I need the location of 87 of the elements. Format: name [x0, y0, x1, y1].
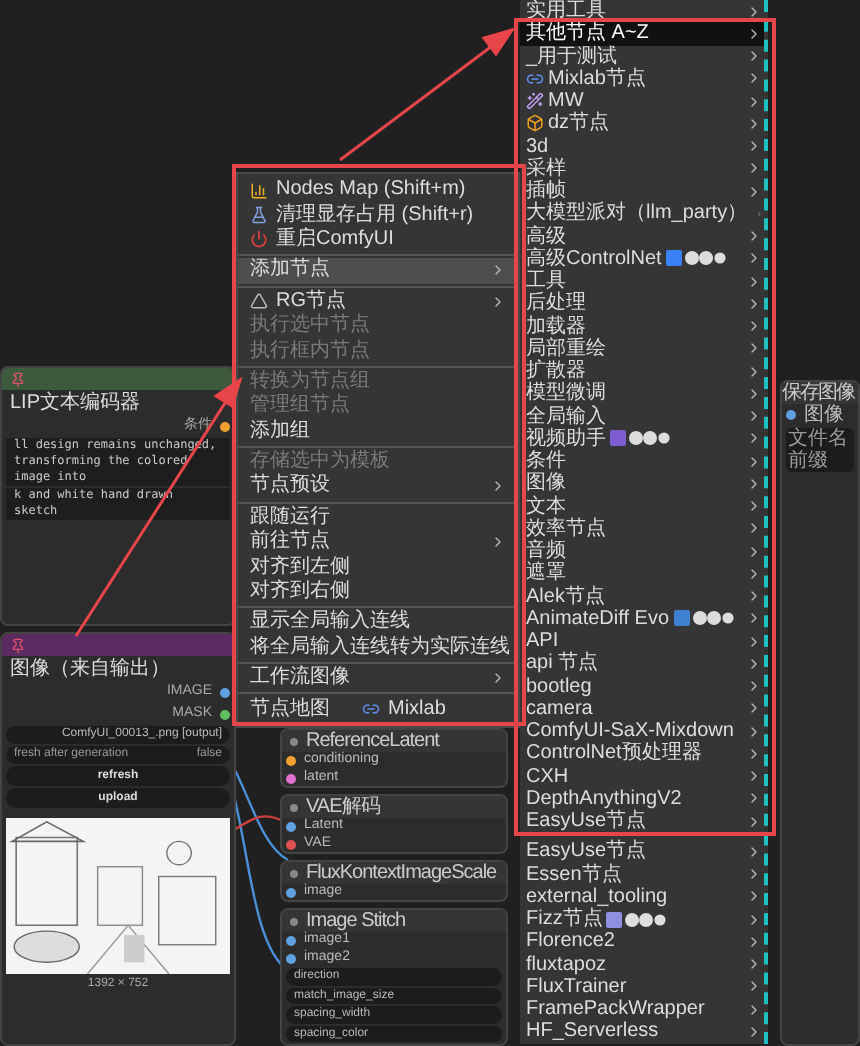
menu-item[interactable]: DepthAnythingV2	[520, 787, 764, 810]
menu-item[interactable]: Florence2	[520, 930, 764, 953]
menu-item[interactable]: 前往节点	[238, 530, 518, 555]
menu-item[interactable]: bootleg	[520, 675, 764, 698]
menu-item[interactable]: Fizz节点	[520, 908, 764, 931]
menu-item[interactable]: MW	[520, 90, 764, 113]
menu-item[interactable]: _用于测试	[520, 45, 764, 68]
menu-item[interactable]: Essen节点	[520, 863, 764, 886]
node-title: LIP文本编码器	[8, 390, 143, 416]
menu-item[interactable]: ComfyUI-SaX-Mixdown	[520, 720, 764, 743]
bar-chart-icon	[250, 181, 268, 200]
menu-item[interactable]: 重启ComfyUI	[238, 227, 518, 253]
menu-item[interactable]: EasyUse节点	[520, 840, 764, 863]
menu-item[interactable]: 工具	[520, 270, 764, 293]
menu-item[interactable]: Mixlab	[350, 696, 458, 722]
badge-icons	[673, 610, 734, 627]
menu-item[interactable]: 节点预设	[238, 474, 518, 500]
menu-item[interactable]: 对齐到左侧	[238, 554, 518, 580]
menu-item[interactable]: 文本	[520, 495, 764, 518]
menu-item[interactable]: fluxtapoz	[520, 953, 764, 976]
menu-item[interactable]: 3d	[520, 135, 764, 158]
menu-item[interactable]: 高级	[520, 225, 764, 248]
menu-item[interactable]: FluxTrainer	[520, 975, 764, 998]
menu-item[interactable]: 模型微调	[520, 382, 764, 405]
menu-item[interactable]: Mixlab节点	[520, 67, 764, 90]
menu-item[interactable]: RG节点	[238, 289, 518, 314]
menu-item[interactable]: ControlNet预处理器	[520, 742, 764, 765]
menu-item[interactable]: 全局输入	[520, 405, 764, 428]
menu-item[interactable]: 节点地图	[238, 696, 342, 722]
menu-item[interactable]: 清理显存占用 (Shift+r)	[238, 202, 518, 228]
menu-item[interactable]: 工作流图像	[238, 666, 518, 691]
menu-item[interactable]: 添加组	[238, 419, 518, 444]
menu-item[interactable]: HF_Serverless	[520, 1020, 764, 1043]
node-title: VAE解码	[306, 796, 380, 818]
menu-item[interactable]: 大模型派对（llm_party）	[520, 202, 764, 225]
triangle-icon	[250, 292, 268, 311]
menu-item[interactable]: 添加节点	[238, 258, 518, 284]
menu-item[interactable]: Nodes Map (Shift+m)	[238, 178, 518, 203]
node-header[interactable]: ReferenceLatent	[282, 730, 506, 752]
menu-item[interactable]: external_tooling	[520, 885, 764, 908]
box-icon	[526, 114, 544, 133]
wand-icon	[526, 92, 544, 111]
menu-item[interactable]: CXH	[520, 765, 764, 788]
menu-item[interactable]: 局部重绘	[520, 337, 764, 360]
menu-item[interactable]: 效率节点	[520, 517, 764, 540]
link-icon	[526, 69, 544, 88]
menu-item[interactable]: 对齐到右侧	[238, 579, 518, 605]
menu-item[interactable]: camera	[520, 697, 764, 720]
menu-item[interactable]: dz节点	[520, 112, 764, 135]
node-header[interactable]	[2, 634, 234, 656]
menu-item[interactable]: API	[520, 630, 764, 653]
text-field[interactable]: 文件名前缀	[786, 428, 854, 472]
menu-item[interactable]: 其他节点 A~Z	[520, 22, 764, 45]
menu-item[interactable]: 实用工具	[520, 0, 764, 23]
node-header[interactable]: Image Stitch	[282, 910, 506, 932]
power-icon	[250, 230, 268, 249]
badge-icons	[606, 911, 667, 928]
menu-item[interactable]: EasyUse节点	[520, 810, 764, 833]
menu-item[interactable]: 音频	[520, 540, 764, 563]
menu-item[interactable]: api 节点	[520, 652, 764, 675]
node-title: ReferenceLatent	[306, 730, 439, 752]
menu-item[interactable]: 将全局输入连线转为实际连线	[238, 635, 518, 661]
menu-item[interactable]: 图像	[520, 472, 764, 495]
menu-item[interactable]: 后处理	[520, 292, 764, 315]
menu-item[interactable]: FramePackWrapper	[520, 998, 764, 1021]
node-card[interactable]: 保存图像 图像 文件名前缀	[780, 380, 860, 1046]
menu-item[interactable]: 插帧	[520, 180, 764, 203]
node-header[interactable]: VAE解码	[282, 796, 506, 818]
node-header[interactable]	[2, 368, 234, 390]
node-title: Image Stitch	[306, 910, 406, 932]
badge-icons	[665, 250, 726, 267]
input-label: 图像	[804, 404, 844, 426]
node-title: 图像（来自输出）	[8, 656, 172, 682]
menu-item[interactable]: 扩散器	[520, 360, 764, 383]
menu-item[interactable]: 遮罩	[520, 562, 764, 585]
menu-item[interactable]: 加载器	[520, 315, 764, 338]
menu-item[interactable]: 视频助手	[520, 427, 764, 450]
menu-item[interactable]: Alek节点	[520, 585, 764, 608]
menu-item[interactable]: 条件	[520, 450, 764, 473]
menu-item[interactable]: 跟随运行	[238, 505, 518, 531]
menu-item[interactable]: AnimateDiff Evo	[520, 607, 764, 630]
menu-item[interactable]: 采样	[520, 157, 764, 180]
flask-icon	[250, 206, 268, 225]
badge-icons	[610, 430, 670, 447]
menu-item[interactable]: 高级ControlNet	[520, 247, 764, 270]
link-icon	[362, 700, 380, 719]
menu-item[interactable]: 显示全局输入连线	[238, 610, 518, 636]
